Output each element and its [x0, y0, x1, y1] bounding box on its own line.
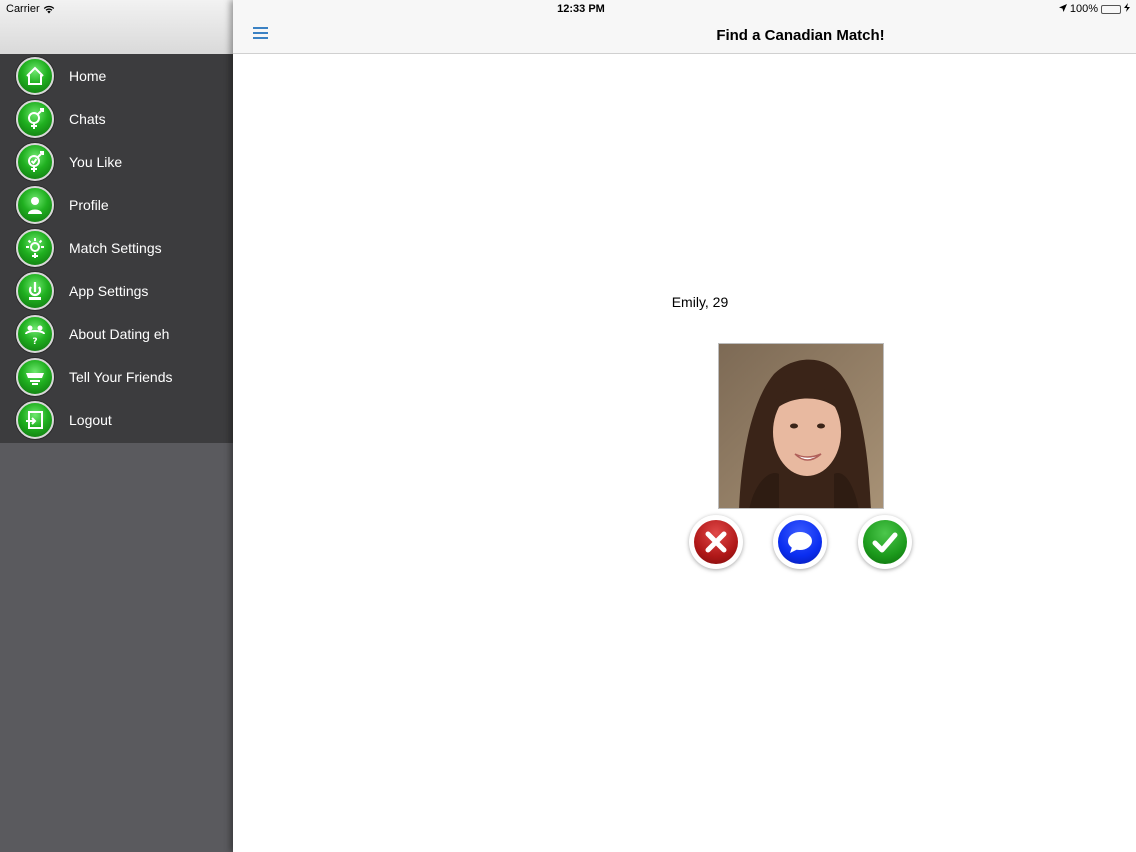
battery-percent: 100%	[1069, 3, 1098, 15]
about-icon: ?	[16, 314, 54, 353]
chat-bubble-icon	[778, 520, 822, 564]
status-right: 100%	[1058, 3, 1130, 15]
reject-button[interactable]	[689, 515, 743, 569]
menu-item-match-settings[interactable]: Match Settings	[0, 226, 233, 269]
menu-label-tell-friends: Tell Your Friends	[69, 368, 173, 385]
nav-bar: 12:33 PM 100% Find a Canadian Match!	[233, 0, 1136, 54]
page-title-text: Find a Canadian Match!	[716, 27, 885, 44]
battery-icon	[1101, 4, 1121, 14]
side-drawer: Carrier Home Chats You Like Profile Matc…	[0, 0, 233, 852]
menu-label-app-settings: App Settings	[69, 282, 149, 299]
menu-label-profile: Profile	[69, 196, 109, 213]
gender-chat-icon	[16, 99, 54, 138]
menu-label-logout: Logout	[69, 411, 112, 428]
menu-label-you-like: You Like	[69, 153, 123, 170]
menu-item-tell-friends[interactable]: Tell Your Friends	[0, 355, 233, 398]
menu-label-about: About Dating eh	[69, 325, 170, 342]
chat-button[interactable]	[773, 515, 827, 569]
menu-item-about[interactable]: ? About Dating eh	[0, 312, 233, 355]
match-photo[interactable]	[718, 343, 884, 509]
drawer-status-area: Carrier	[0, 0, 233, 54]
menu-item-profile[interactable]: Profile	[0, 183, 233, 226]
carrier-status: Carrier	[6, 3, 55, 15]
home-icon	[16, 56, 54, 95]
menu-item-logout[interactable]: Logout	[0, 398, 233, 441]
match-photo-image	[719, 344, 883, 508]
menu-item-app-settings[interactable]: App Settings	[0, 269, 233, 312]
match-settings-icon	[16, 228, 54, 267]
menu-item-you-like[interactable]: You Like	[0, 140, 233, 183]
status-time: 12:33 PM	[557, 3, 605, 15]
profile-icon	[16, 185, 54, 224]
charging-icon	[1124, 3, 1130, 15]
svg-text:?: ?	[32, 337, 37, 346]
tell-friends-icon	[16, 357, 54, 396]
app-settings-icon	[16, 271, 54, 310]
accept-check-icon	[863, 520, 907, 564]
accept-button[interactable]	[858, 515, 912, 569]
carrier-label: Carrier	[6, 3, 40, 15]
reject-x-icon	[694, 520, 738, 564]
menu-item-chats[interactable]: Chats	[0, 97, 233, 140]
wifi-icon	[43, 5, 55, 14]
main-panel: 12:33 PM 100% Find a Canadian Match! Emi…	[233, 0, 1136, 852]
match-name-age: Emily, 29	[671, 294, 729, 310]
logout-icon	[16, 400, 54, 439]
gender-like-icon	[16, 142, 54, 181]
menu-item-home[interactable]: Home	[0, 54, 233, 97]
menu-label-match-settings: Match Settings	[69, 239, 162, 256]
location-arrow-icon	[1058, 3, 1067, 15]
menu-label-home: Home	[69, 67, 107, 84]
menu-label-chats: Chats	[69, 110, 106, 127]
page-title: Find a Canadian Match!	[233, 27, 1136, 44]
side-menu: Home Chats You Like Profile Match Settin…	[0, 54, 233, 443]
